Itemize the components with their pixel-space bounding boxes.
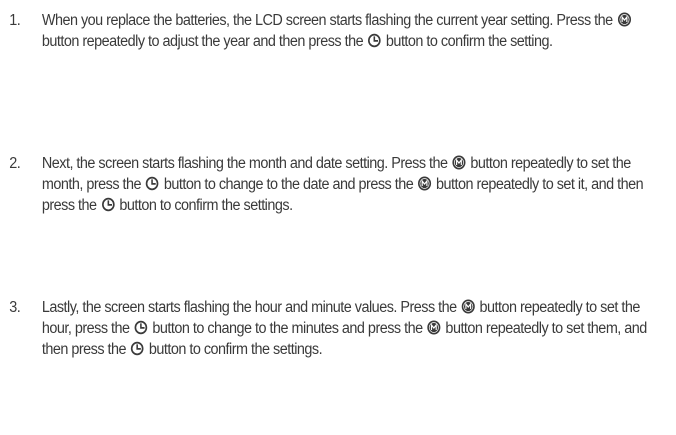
mode-m-icon [617,12,631,27]
mode-m-icon [452,155,466,170]
step-text-segment: button repeatedly to adjust the year and… [41,33,367,50]
mode-m-icon [418,176,432,191]
step-text-segment: button to confirm the settings. [145,341,323,358]
step-text-segment: Next, the screen starts flashing the mon… [41,155,452,172]
step-text-segment: button to confirm the settings. [115,197,293,214]
step-text: When you replace the batteries, the LCD … [42,10,663,52]
clock-icon [130,341,144,356]
step-number: 2. [9,155,21,172]
instruction-page: 1. When you replace the batteries, the L… [0,0,676,435]
step-text-segment: Lastly, the screen starts flashing the h… [41,299,461,316]
clock-icon [134,320,148,335]
mode-m-icon [427,320,441,335]
step-text-segment: button to change to the minutes and pres… [148,320,427,337]
step-text-segment: When you replace the batteries, the LCD … [41,12,617,29]
step-number: 3. [9,299,21,316]
clock-icon [368,33,382,48]
step-text: Next, the screen starts flashing the mon… [42,153,663,216]
clock-icon [101,197,115,212]
step-text-segment: button to confirm the setting. [382,33,553,50]
mode-m-icon [461,299,475,314]
step-text: Lastly, the screen starts flashing the h… [42,297,663,360]
step-number: 1. [9,12,21,29]
step-text-segment: button to change to the date and press t… [160,176,417,193]
clock-icon [145,176,159,191]
